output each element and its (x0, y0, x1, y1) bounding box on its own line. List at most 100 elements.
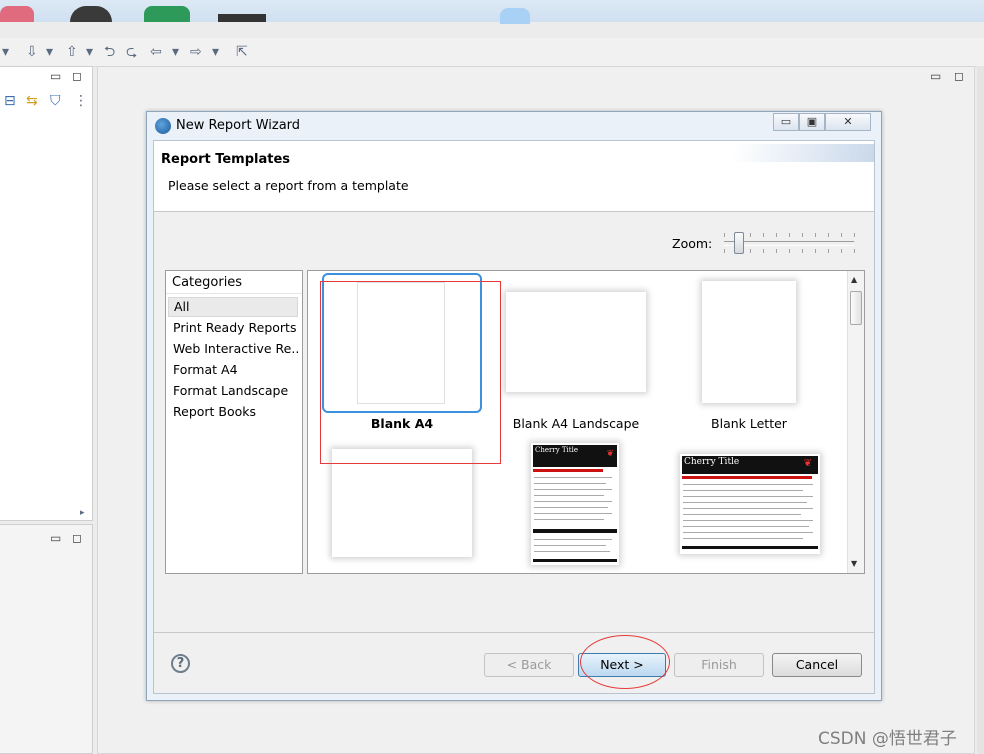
template-label: Blank Letter (711, 416, 787, 431)
app-icon (0, 6, 34, 22)
category-format-landscape[interactable]: Format Landscape (168, 381, 298, 401)
template-tile-blank-a4-landscape[interactable] (506, 292, 646, 392)
category-web-interactive-reports[interactable]: Web Interactive Re... (168, 339, 298, 359)
app-icon (500, 8, 530, 24)
category-label: Report Books (173, 404, 257, 419)
template-tile-blank-letter[interactable] (702, 281, 796, 403)
maximize-button[interactable]: ▣ (799, 113, 825, 131)
zoom-tick (776, 249, 777, 253)
zoom-tick (815, 233, 816, 237)
zoom-tick (763, 249, 764, 253)
dropdown-arrow-icon[interactable]: ▾ (2, 44, 9, 60)
back-icon[interactable]: ⇦ (150, 44, 162, 60)
close-icon: ✕ (843, 115, 853, 128)
dropdown-arrow-icon[interactable]: ▾ (172, 44, 179, 60)
zoom-tick (828, 249, 829, 253)
scrollbar-thumb[interactable] (850, 291, 862, 325)
zoom-tick (841, 249, 842, 253)
dropdown-arrow-icon[interactable]: ▾ (86, 44, 93, 60)
template-label: Blank A4 Landscape (512, 416, 640, 431)
link-editor-icon[interactable]: ⇆ (26, 93, 38, 109)
wizard-header: Report Templates Please select a report … (154, 141, 874, 212)
left-lower-panel: ▭ ◻ (0, 524, 93, 754)
back-button[interactable]: < Back (484, 653, 574, 677)
zoom-tick (802, 249, 803, 253)
zoom-tick (789, 233, 790, 237)
minimize-icon[interactable]: ▭ (50, 531, 61, 545)
category-all[interactable]: All (168, 297, 298, 317)
category-label: All (174, 299, 190, 314)
filter-icon[interactable]: ⛉ (50, 93, 61, 109)
dialog-content: Report Templates Please select a report … (153, 140, 875, 694)
template-preview-title: Cherry Title (535, 446, 578, 454)
view-menu-icon[interactable]: ⋮ (74, 93, 88, 109)
zoom-tick (763, 233, 764, 237)
category-report-books[interactable]: Report Books (168, 402, 298, 422)
category-format-a4[interactable]: Format A4 (168, 360, 298, 380)
last-edit-icon[interactable]: ⮌ (104, 44, 115, 60)
header-banner-graphic (734, 144, 874, 162)
zoom-tick (789, 249, 790, 253)
zoom-tick (854, 249, 855, 253)
cancel-button[interactable]: Cancel (772, 653, 862, 677)
vertical-scrollbar[interactable]: ▲ ▼ (847, 271, 864, 573)
template-tile-cherry-landscape[interactable]: Cherry Title ❦ (680, 454, 820, 554)
app-icon (144, 6, 190, 22)
scroll-down-icon[interactable]: ▼ (851, 559, 857, 568)
dropdown-arrow-icon[interactable]: ▾ (212, 44, 219, 60)
cherry-icon: ❦ (803, 458, 812, 469)
taskbar-strip (0, 0, 984, 24)
highlight-box-annotation (320, 281, 501, 464)
dropdown-arrow-icon[interactable]: ▾ (46, 44, 53, 60)
zoom-tick (776, 233, 777, 237)
cherry-icon: ❦ (606, 449, 614, 459)
zoom-slider-thumb[interactable] (734, 232, 744, 254)
categories-header: Categories (166, 271, 302, 294)
ide-toolbar: ▾ ⇩ ▾ ⇧ ▾ ⮌ ⮎ ⇦ ▾ ⇨ ▾ ⇱ (0, 38, 984, 67)
minimize-button[interactable]: ▭ (773, 113, 799, 131)
highlight-ellipse-annotation (580, 635, 670, 689)
maximize-icon[interactable]: ◻ (954, 69, 964, 83)
zoom-tick (750, 233, 751, 237)
scroll-up-icon[interactable]: ▲ (851, 275, 857, 284)
finish-button[interactable]: Finish (674, 653, 764, 677)
prev-annotation-icon[interactable]: ⇧ (66, 44, 78, 60)
template-tile-cherry-portrait[interactable]: Cherry Title ❦ (531, 443, 619, 565)
watermark-text: CSDN @悟世君子 (818, 729, 957, 749)
birt-app-icon (155, 118, 171, 134)
minimize-icon[interactable]: ▭ (50, 69, 61, 83)
help-icon[interactable]: ? (171, 654, 190, 673)
zoom-label: Zoom: (672, 236, 713, 251)
left-view-panel: ▭ ◻ ⊟ ⇆ ⛉ ⋮ ▸ (0, 66, 93, 521)
page-description: Please select a report from a template (168, 178, 409, 193)
app-icon (218, 14, 266, 22)
button-bar-separator (154, 632, 874, 633)
zoom-tick (828, 233, 829, 237)
new-report-wizard-dialog: New Report Wizard ▭ ▣ ✕ Report Templates… (146, 111, 882, 701)
zoom-tick (724, 249, 725, 253)
dialog-titlebar[interactable]: New Report Wizard ▭ ▣ ✕ (147, 112, 881, 140)
category-label: Web Interactive Re... (173, 341, 298, 356)
collapse-all-icon[interactable]: ⊟ (4, 93, 16, 109)
maximize-icon[interactable]: ◻ (72, 69, 82, 83)
minimize-icon[interactable]: ▭ (930, 69, 941, 83)
zoom-tick (724, 233, 725, 237)
forward-icon[interactable]: ⇨ (190, 44, 202, 60)
category-print-ready-reports[interactable]: Print Ready Reports (168, 318, 298, 338)
app-icon (70, 6, 112, 22)
maximize-icon[interactable]: ◻ (72, 531, 82, 545)
pin-editor-icon[interactable]: ⇱ (236, 44, 248, 60)
category-label: Format Landscape (173, 383, 289, 398)
maximize-icon: ▣ (806, 115, 818, 128)
template-tile-blank[interactable] (332, 449, 472, 557)
categories-header-label: Categories (172, 275, 243, 290)
zoom-tick (802, 233, 803, 237)
category-label: Format A4 (173, 362, 238, 377)
template-preview-title: Cherry Title (684, 457, 740, 467)
categories-list[interactable]: Categories All Print Ready Reports Web I… (165, 270, 303, 574)
close-button[interactable]: ✕ (825, 113, 871, 131)
forward-edit-icon[interactable]: ⮎ (126, 44, 137, 60)
scroll-right-icon[interactable]: ▸ (80, 505, 85, 521)
next-annotation-icon[interactable]: ⇩ (26, 44, 38, 60)
minimize-icon: ▭ (780, 115, 792, 128)
